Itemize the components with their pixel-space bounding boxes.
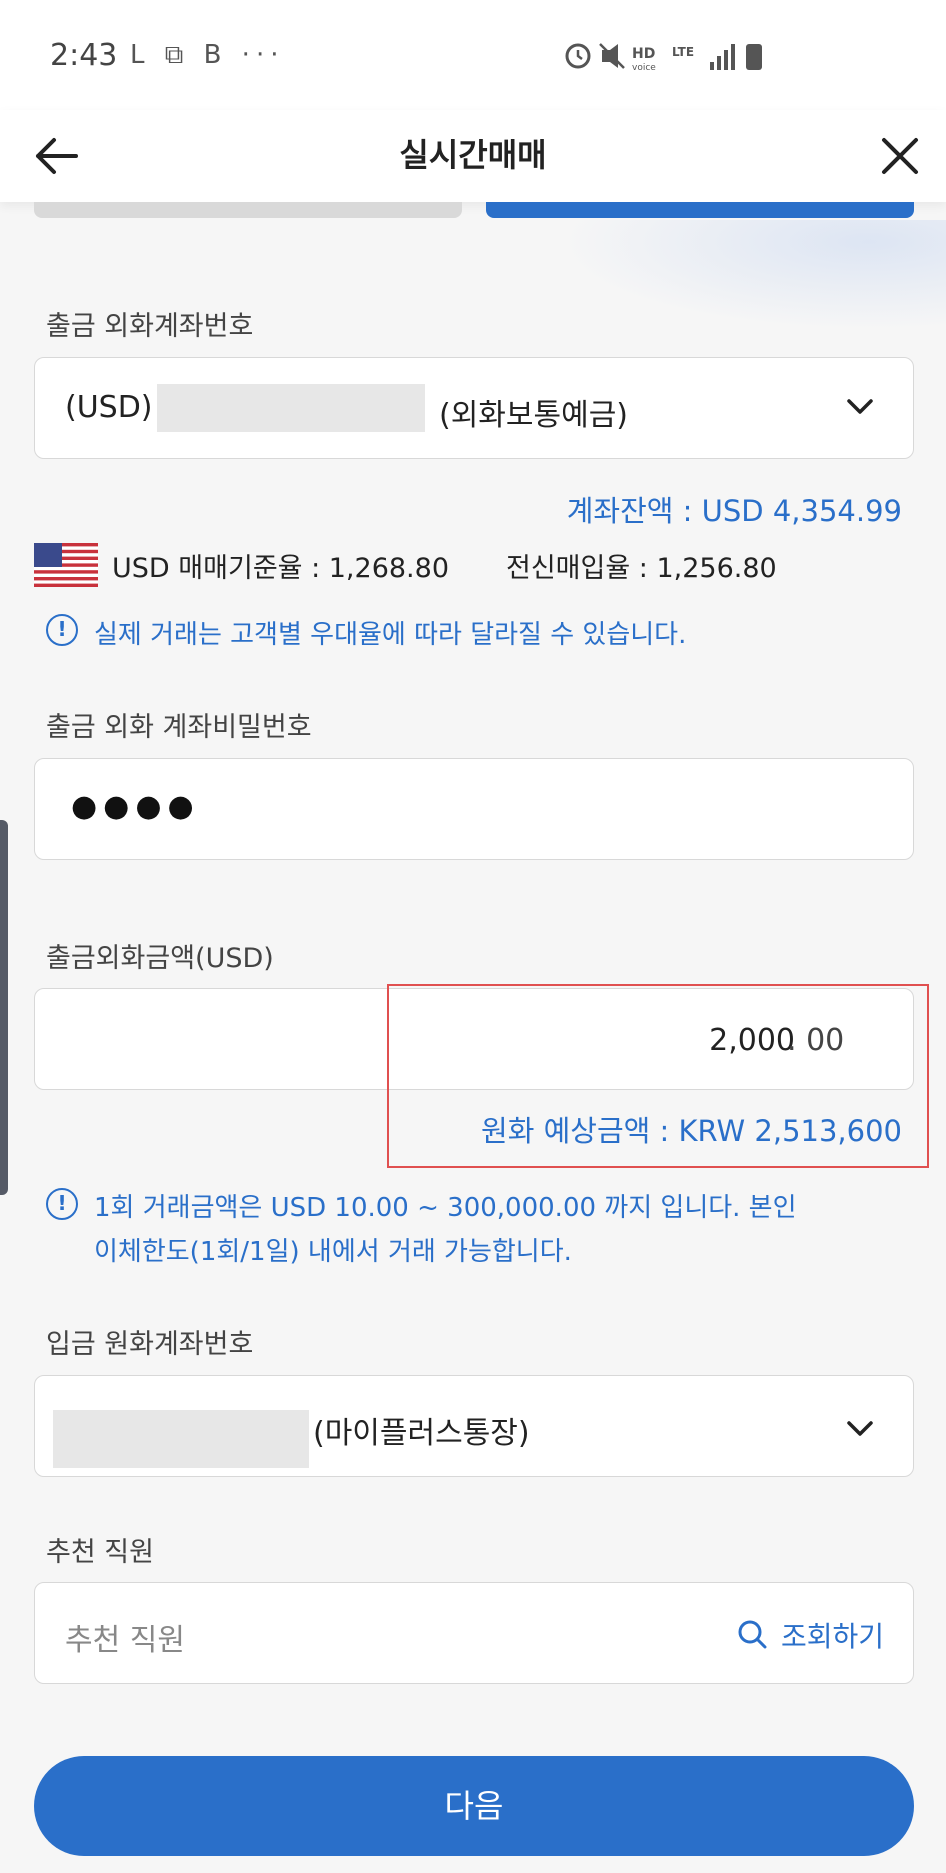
chevron-down-icon bbox=[845, 1416, 875, 1444]
svg-text:HD: HD bbox=[632, 46, 655, 62]
status-notification-icons: L ⧉ B ··· bbox=[130, 40, 285, 70]
base-rate-value: 매매기준율 : 1,268.80 bbox=[178, 553, 449, 584]
background-wave bbox=[560, 220, 946, 330]
masked-account-number bbox=[157, 384, 425, 432]
tab-remnant-left[interactable] bbox=[34, 202, 462, 218]
info-icon: ! bbox=[46, 1188, 78, 1220]
chevron-down-icon bbox=[845, 394, 875, 422]
info-icon: ! bbox=[46, 614, 78, 646]
account-type: (외화보통예금) bbox=[439, 398, 629, 433]
limit-notice-line1: 1회 거래금액은 USD 10.00 ~ 300,000.00 까지 입니다. … bbox=[94, 1193, 797, 1223]
tab-remnant-right[interactable] bbox=[486, 202, 914, 218]
password-label: 출금 외화 계좌비밀번호 bbox=[46, 712, 312, 743]
incoming-account-type: (마이플러스통장) bbox=[313, 1416, 530, 1451]
outgoing-account-select[interactable]: (USD) (외화보통예금) bbox=[34, 357, 914, 459]
amount-label: 출금외화금액(USD) bbox=[46, 943, 274, 974]
account-balance: 계좌잔액 : USD 4,354.99 bbox=[566, 494, 902, 528]
recommender-label: 추천 직원 bbox=[46, 1537, 154, 1568]
system-status-icon: HD voice LTE bbox=[565, 43, 762, 73]
status-time: 2:43 bbox=[50, 38, 118, 73]
highlight-box bbox=[387, 984, 929, 1168]
recommender-input[interactable]: 추천 직원 조회하기 bbox=[34, 1582, 914, 1684]
svg-text:voice: voice bbox=[632, 63, 656, 73]
app-header: 실시간매매 bbox=[0, 110, 946, 202]
limit-notice-line2: 이체한도(1회/1일) 내에서 거래 가능합니다. bbox=[94, 1237, 572, 1267]
close-button[interactable] bbox=[872, 128, 928, 184]
password-input[interactable]: ●●●● bbox=[34, 758, 914, 860]
rate-notice: 실제 거래는 고객별 우대율에 따라 달라질 수 있습니다. bbox=[94, 620, 687, 650]
incoming-account-label: 입금 원화계좌번호 bbox=[46, 1329, 254, 1360]
search-icon bbox=[738, 1620, 767, 1649]
search-label: 조회하기 bbox=[781, 1620, 885, 1653]
recommender-placeholder: 추천 직원 bbox=[65, 1623, 185, 1658]
base-rate: USD 매매기준율 : 1,268.80 bbox=[112, 546, 449, 585]
account-currency-prefix: (USD) bbox=[65, 390, 153, 425]
svg-text:LTE: LTE bbox=[672, 45, 694, 59]
status-bar: 2:43 L ⧉ B ··· HD voice LTE bbox=[0, 0, 946, 110]
close-icon bbox=[882, 138, 918, 174]
password-dots: ●●●● bbox=[71, 789, 200, 824]
currency-code: USD bbox=[112, 553, 170, 584]
limit-notice: 1회 거래금액은 USD 10.00 ~ 300,000.00 까지 입니다. … bbox=[94, 1186, 797, 1274]
next-button[interactable]: 다음 bbox=[34, 1756, 914, 1856]
us-flag-icon bbox=[34, 543, 98, 591]
status-system-icons: HD voice LTE bbox=[560, 38, 770, 80]
outgoing-account-label: 출금 외화계좌번호 bbox=[46, 311, 254, 342]
edge-panel-handle[interactable] bbox=[0, 820, 8, 1195]
incoming-account-select[interactable]: (마이플러스통장) bbox=[34, 1375, 914, 1477]
masked-account-number bbox=[53, 1410, 309, 1468]
tt-buy-rate: 전신매입율 : 1,256.80 bbox=[506, 553, 777, 584]
page-title: 실시간매매 bbox=[399, 136, 547, 174]
